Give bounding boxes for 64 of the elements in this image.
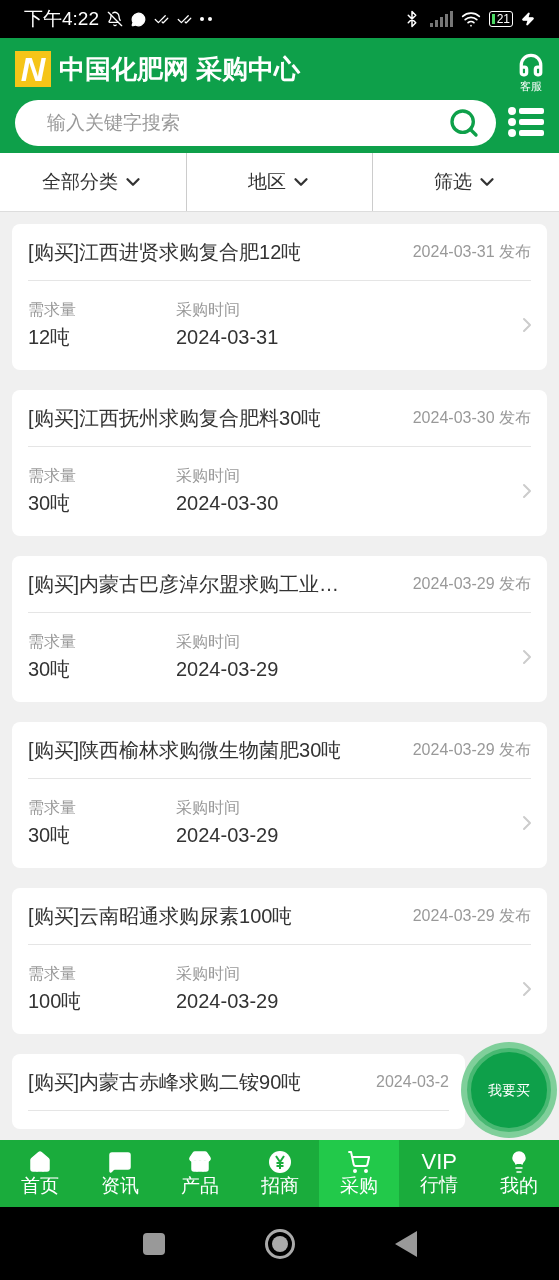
purchase-time-label: 采购时间 bbox=[176, 798, 241, 818]
purchase-time-value: 2024-03-30 bbox=[176, 491, 280, 516]
listing-card[interactable]: [购买]内蒙古赤峰求购二铵90吨 2024-03-2 bbox=[12, 1054, 465, 1129]
quantity-value: 12吨 bbox=[28, 325, 72, 350]
listing-title: [购买]江西进贤求购复合肥12吨 bbox=[28, 240, 302, 265]
home-icon bbox=[27, 1149, 52, 1174]
wifi-icon bbox=[460, 9, 481, 29]
quantity-label: 需求量 bbox=[28, 466, 77, 486]
vip-label: VIP bbox=[421, 1150, 457, 1173]
filter-dropdown[interactable]: 筛选 bbox=[372, 153, 559, 211]
quantity-value: 30吨 bbox=[28, 823, 72, 848]
back-button[interactable] bbox=[394, 1230, 417, 1257]
bell-off-icon bbox=[107, 11, 123, 27]
listing-card[interactable]: [购买]江西进贤求购复合肥12吨 2024-03-31 发布 需求量 12吨 采购时间 2024-03-31 bbox=[12, 224, 547, 370]
listing-card[interactable]: [购买]云南昭通求购尿素100吨 2024-03-29 发布 需求量 100吨 采购时间 2024-03-29 bbox=[12, 888, 547, 1034]
publish-date: 2024-03-29 发布 bbox=[412, 740, 531, 760]
listing-card[interactable]: [购买]江西抚州求购复合肥料30吨 2024-03-30 发布 需求量 30吨 采购时间 2024-03-30 bbox=[12, 390, 547, 536]
listing-card[interactable]: [购买]内蒙古巴彦淖尔盟求购工业… 2024-03-29 发布 需求量 30吨 采购时间 2024-03-29 bbox=[12, 556, 547, 702]
purchase-time-value: 2024-03-29 bbox=[176, 989, 280, 1014]
publish-date: 2024-03-2 bbox=[376, 1072, 449, 1092]
listing-title: [购买]江西抚州求购复合肥料30吨 bbox=[28, 406, 322, 431]
publish-date: 2024-03-30 发布 bbox=[412, 408, 531, 428]
menu-icon[interactable] bbox=[508, 107, 544, 137]
dots-icon bbox=[200, 17, 212, 21]
store-icon bbox=[187, 1149, 212, 1174]
quantity-label: 需求量 bbox=[28, 300, 77, 320]
search-icon[interactable] bbox=[448, 107, 480, 139]
purchase-time-value: 2024-03-31 bbox=[176, 325, 280, 350]
quantity-value: 30吨 bbox=[28, 491, 72, 516]
purchase-time-label: 采购时间 bbox=[176, 964, 241, 984]
publish-date: 2024-03-29 发布 bbox=[412, 574, 531, 594]
quantity-value: 30吨 bbox=[28, 657, 72, 682]
battery-icon: 21 bbox=[488, 11, 513, 27]
listing-title: [购买]内蒙古巴彦淖尔盟求购工业… bbox=[28, 572, 340, 597]
home-button[interactable] bbox=[264, 1228, 295, 1259]
message-icon bbox=[107, 1149, 132, 1174]
purchase-time-label: 采购时间 bbox=[176, 632, 241, 652]
purchase-time-value: 2024-03-29 bbox=[176, 657, 280, 682]
quantity-label: 需求量 bbox=[28, 964, 77, 984]
listing-title: [购买]内蒙古赤峰求购二铵90吨 bbox=[28, 1070, 302, 1095]
purchase-time-value: 2024-03-29 bbox=[176, 823, 280, 848]
recent-apps-button[interactable] bbox=[142, 1232, 165, 1255]
cart-icon bbox=[347, 1149, 372, 1174]
search-field[interactable]: 输入关键字搜索 bbox=[15, 100, 496, 146]
search-input[interactable]: 输入关键字搜索 bbox=[47, 108, 448, 138]
logo: N bbox=[15, 51, 51, 87]
listing-title: [购买]陕西榆林求购微生物菌肥30吨 bbox=[28, 738, 342, 763]
purchase-time-label: 采购时间 bbox=[176, 300, 241, 320]
signal-icon bbox=[428, 11, 453, 27]
app-title: 中国化肥网 采购中心 bbox=[59, 52, 301, 86]
filter-dropdown[interactable]: 全部分类 bbox=[0, 153, 186, 211]
purchase-time-label: 采购时间 bbox=[176, 466, 241, 486]
charging-icon bbox=[521, 12, 535, 26]
quantity-label: 需求量 bbox=[28, 632, 77, 652]
listing-card[interactable]: [购买]陕西榆林求购微生物菌肥30吨 2024-03-29 发布 需求量 30吨 采购时间 2024-03-29 bbox=[12, 722, 547, 868]
yen-icon bbox=[267, 1149, 292, 1174]
chat-icon bbox=[131, 11, 146, 27]
quantity-value: 100吨 bbox=[28, 989, 83, 1014]
listing-title: [购买]云南昭通求购尿素100吨 bbox=[28, 904, 293, 929]
quantity-label: 需求量 bbox=[28, 798, 77, 818]
publish-date: 2024-03-29 发布 bbox=[412, 906, 531, 926]
status-time: 下午4:22 bbox=[24, 6, 99, 31]
filter-dropdown[interactable]: 地区 bbox=[185, 153, 373, 211]
publish-date: 2024-03-31 发布 bbox=[412, 242, 531, 262]
